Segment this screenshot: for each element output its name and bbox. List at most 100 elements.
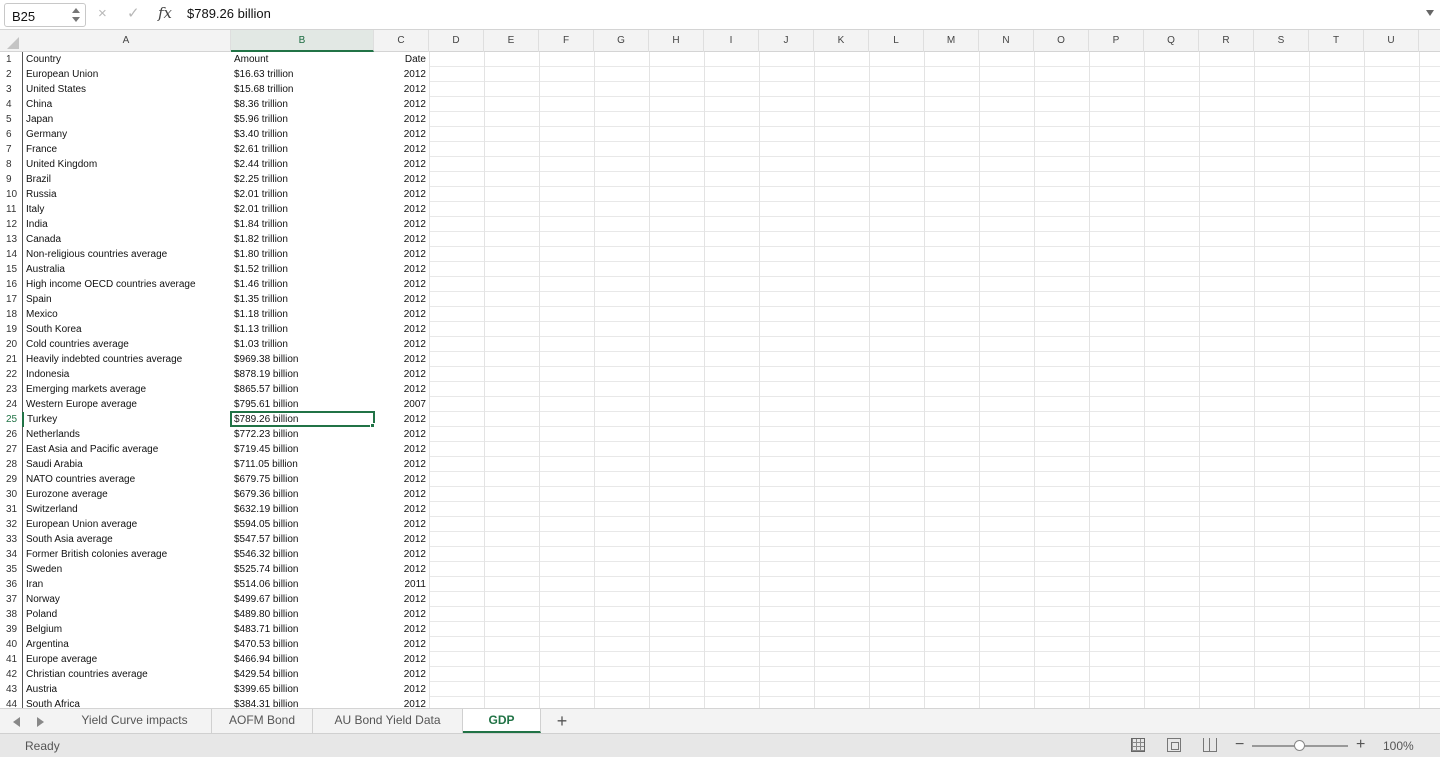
column-header-p[interactable]: P (1089, 30, 1144, 52)
cell-a18[interactable]: Mexico (22, 307, 231, 322)
row-header[interactable]: 11 (0, 202, 22, 217)
row-header[interactable]: 7 (0, 142, 22, 157)
cell-a42[interactable]: Christian countries average (22, 667, 231, 682)
cell-a11[interactable]: Italy (22, 202, 231, 217)
column-header-k[interactable]: K (814, 30, 869, 52)
row-header[interactable]: 33 (0, 532, 22, 547)
cell-b42[interactable]: $429.54 billion (231, 667, 374, 682)
cell-a43[interactable]: Austria (22, 682, 231, 697)
select-all-corner[interactable] (0, 30, 22, 52)
cell-a10[interactable]: Russia (22, 187, 231, 202)
cell-c37[interactable]: 2012 (374, 592, 429, 607)
column-header-m[interactable]: M (924, 30, 979, 52)
row-header[interactable]: 25 (0, 412, 22, 427)
row-header[interactable]: 14 (0, 247, 22, 262)
cell-b32[interactable]: $594.05 billion (231, 517, 374, 532)
cell-c17[interactable]: 2012 (374, 292, 429, 307)
cell-b5[interactable]: $5.96 trillion (231, 112, 374, 127)
cell-a4[interactable]: China (22, 97, 231, 112)
cell-c26[interactable]: 2012 (374, 427, 429, 442)
cell-a14[interactable]: Non-religious countries average (22, 247, 231, 262)
cell-b8[interactable]: $2.44 trillion (231, 157, 374, 172)
row-header[interactable]: 17 (0, 292, 22, 307)
cell-c1[interactable]: Date (374, 52, 429, 67)
cell-b1[interactable]: Amount (231, 52, 374, 67)
cell-a15[interactable]: Australia (22, 262, 231, 277)
cell-c13[interactable]: 2012 (374, 232, 429, 247)
cell-c25[interactable]: 2012 (374, 412, 429, 427)
cell-c18[interactable]: 2012 (374, 307, 429, 322)
cell-c31[interactable]: 2012 (374, 502, 429, 517)
cell-a40[interactable]: Argentina (22, 637, 231, 652)
row-header[interactable]: 24 (0, 397, 22, 412)
formula-input[interactable]: $789.26 billion (187, 6, 271, 21)
name-box-stepper-icon[interactable] (71, 6, 81, 24)
row-header[interactable]: 16 (0, 277, 22, 292)
cell-b40[interactable]: $470.53 billion (231, 637, 374, 652)
column-header-e[interactable]: E (484, 30, 539, 52)
insert-function-icon[interactable]: fx (158, 4, 172, 22)
previous-sheet-icon[interactable] (13, 717, 20, 727)
cell-c24[interactable]: 2007 (374, 397, 429, 412)
row-header[interactable]: 32 (0, 517, 22, 532)
cell-c44[interactable]: 2012 (374, 697, 429, 708)
column-header-o[interactable]: O (1034, 30, 1089, 52)
zoom-out-button[interactable]: − (1235, 736, 1244, 754)
cell-b35[interactable]: $525.74 billion (231, 562, 374, 577)
row-header[interactable]: 12 (0, 217, 22, 232)
row-header[interactable]: 37 (0, 592, 22, 607)
row-header[interactable]: 15 (0, 262, 22, 277)
cell-a35[interactable]: Sweden (22, 562, 231, 577)
cell-a29[interactable]: NATO countries average (22, 472, 231, 487)
column-header-c[interactable]: C (374, 30, 429, 52)
cell-c28[interactable]: 2012 (374, 457, 429, 472)
cell-b17[interactable]: $1.35 trillion (231, 292, 374, 307)
cell-a37[interactable]: Norway (22, 592, 231, 607)
cell-a23[interactable]: Emerging markets average (22, 382, 231, 397)
row-header[interactable]: 42 (0, 667, 22, 682)
name-box[interactable]: B25 (4, 3, 86, 27)
cell-c33[interactable]: 2012 (374, 532, 429, 547)
cell-a6[interactable]: Germany (22, 127, 231, 142)
cell-b3[interactable]: $15.68 trillion (231, 82, 374, 97)
row-header[interactable]: 18 (0, 307, 22, 322)
cell-c22[interactable]: 2012 (374, 367, 429, 382)
row-header[interactable]: 31 (0, 502, 22, 517)
cell-b9[interactable]: $2.25 trillion (231, 172, 374, 187)
row-header[interactable]: 30 (0, 487, 22, 502)
cell-a41[interactable]: Europe average (22, 652, 231, 667)
cell-a1[interactable]: Country (22, 52, 231, 67)
cell-a16[interactable]: High income OECD countries average (22, 277, 231, 292)
column-header-a[interactable]: A (22, 30, 231, 52)
cell-b2[interactable]: $16.63 trillion (231, 67, 374, 82)
fill-handle[interactable] (370, 423, 375, 428)
row-header[interactable]: 6 (0, 127, 22, 142)
cell-a39[interactable]: Belgium (22, 622, 231, 637)
cell-b20[interactable]: $1.03 trillion (231, 337, 374, 352)
row-header[interactable]: 29 (0, 472, 22, 487)
column-header-l[interactable]: L (869, 30, 924, 52)
cell-b34[interactable]: $546.32 billion (231, 547, 374, 562)
cell-c3[interactable]: 2012 (374, 82, 429, 97)
cell-c14[interactable]: 2012 (374, 247, 429, 262)
cell-a32[interactable]: European Union average (22, 517, 231, 532)
confirm-icon[interactable]: ✓ (127, 5, 140, 23)
cell-a24[interactable]: Western Europe average (22, 397, 231, 412)
cell-c4[interactable]: 2012 (374, 97, 429, 112)
cell-c6[interactable]: 2012 (374, 127, 429, 142)
cell-a19[interactable]: South Korea (22, 322, 231, 337)
row-header[interactable]: 9 (0, 172, 22, 187)
row-header[interactable]: 36 (0, 577, 22, 592)
cell-b13[interactable]: $1.82 trillion (231, 232, 374, 247)
cell-c15[interactable]: 2012 (374, 262, 429, 277)
row-header[interactable]: 1 (0, 52, 22, 67)
add-sheet-button[interactable]: + (552, 709, 572, 733)
cell-a8[interactable]: United Kingdom (22, 157, 231, 172)
cell-a17[interactable]: Spain (22, 292, 231, 307)
cell-b30[interactable]: $679.36 billion (231, 487, 374, 502)
cell-a34[interactable]: Former British colonies average (22, 547, 231, 562)
cell-c40[interactable]: 2012 (374, 637, 429, 652)
cell-a7[interactable]: France (22, 142, 231, 157)
cell-a25[interactable]: Turkey (22, 412, 231, 427)
row-header[interactable]: 38 (0, 607, 22, 622)
